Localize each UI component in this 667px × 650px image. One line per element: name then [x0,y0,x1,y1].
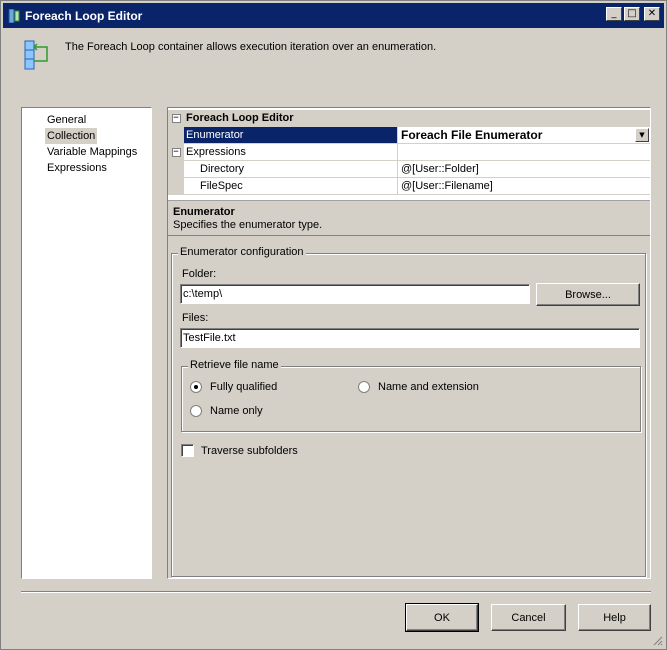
sidebar-item-variable-mappings[interactable]: Variable Mappings [45,144,151,160]
app-icon [7,8,21,23]
collection-panel: − Foreach Loop Editor Enumerator Foreach… [167,107,651,579]
category-row: − Foreach Loop Editor [168,110,650,127]
enumerator-dropdown-button[interactable]: ▼ [635,128,649,142]
title-buttons: _ □ ✕ [606,7,660,21]
resize-grip-icon[interactable] [652,635,663,646]
folder-label: Folder: [182,268,217,280]
checkbox-unchecked-icon [181,444,194,457]
window-title: Foreach Loop Editor [25,8,143,23]
property-grid: − Foreach Loop Editor Enumerator Foreach… [168,108,650,201]
directory-value[interactable]: @[User::Folder] [398,161,650,178]
filespec-name[interactable]: FileSpec [184,178,398,195]
sidebar-item-expressions[interactable]: Expressions [45,160,151,176]
radio-name-only-label: Name only [210,405,263,417]
description-text: Specifies the enumerator type. [173,219,323,231]
cancel-button[interactable]: Cancel [491,604,566,631]
title-bar[interactable]: Foreach Loop Editor _ □ ✕ [3,3,664,28]
sidebar-item-general[interactable]: General [45,112,151,128]
radio-selected-icon [190,381,202,393]
ok-button[interactable]: OK [405,603,479,632]
help-button[interactable]: Help [578,604,651,631]
footer-separator [21,591,651,593]
header-description: The Foreach Loop container allows execut… [65,41,437,53]
enumerator-value-text: Foreach File Enumerator [401,128,543,142]
property-description: Enumerator Specifies the enumerator type… [168,202,650,236]
minimize-button[interactable]: _ [606,7,622,21]
expressions-value[interactable] [398,144,650,161]
radio-fully-qualified-label: Fully qualified [210,381,278,393]
maximize-button[interactable]: □ [624,7,640,21]
enumerator-row[interactable]: Enumerator Foreach File Enumerator ▼ [168,127,650,144]
directory-row[interactable]: Directory @[User::Folder] [168,161,650,178]
folder-input[interactable]: c:\temp\ [180,284,530,304]
maximize-icon: □ [627,8,637,19]
filespec-value[interactable]: @[User::Filename] [398,178,650,195]
traverse-subfolders-label: Traverse subfolders [201,444,298,457]
files-label: Files: [182,312,209,324]
radio-unselected-icon [190,405,202,417]
collapse-icon[interactable]: − [171,114,181,123]
browse-button[interactable]: Browse... [536,283,640,306]
collapse-icon[interactable]: − [171,148,181,157]
filespec-row[interactable]: FileSpec @[User::Filename] [168,178,650,195]
retrieve-file-name-legend: Retrieve file name [188,359,281,371]
files-input[interactable]: TestFile.txt [180,328,640,348]
enumerator-name[interactable]: Enumerator [184,127,398,144]
description-title: Enumerator [173,206,235,218]
radio-name-and-extension-label: Name and extension [378,381,479,393]
close-icon: ✕ [647,8,657,19]
foreach-loop-editor-window: Foreach Loop Editor _ □ ✕ The Foreach Lo… [0,0,667,650]
radio-unselected-icon [358,381,370,393]
enumerator-value[interactable]: Foreach File Enumerator ▼ [398,127,650,144]
category-label: Foreach Loop Editor [184,110,650,127]
chevron-down-icon: ▼ [639,130,645,139]
retrieve-file-name-group: Retrieve file name Fully qualified Name … [181,359,641,432]
expressions-row[interactable]: − Expressions [168,144,650,161]
header-banner: The Foreach Loop container allows execut… [3,28,664,80]
enumerator-configuration-group: Enumerator configuration Folder: c:\temp… [171,246,646,577]
close-button[interactable]: ✕ [644,7,660,21]
page-list: General Collection Variable Mappings Exp… [21,107,152,579]
expressions-name[interactable]: Expressions [184,144,398,161]
sidebar-item-collection[interactable]: Collection [45,128,98,144]
radio-name-and-extension[interactable]: Name and extension [358,381,479,393]
traverse-subfolders-checkbox[interactable]: Traverse subfolders [181,444,298,457]
directory-name[interactable]: Directory [184,161,398,178]
foreach-loop-icon [23,39,51,74]
radio-fully-qualified[interactable]: Fully qualified [190,381,277,393]
radio-name-only[interactable]: Name only [190,405,263,417]
enumerator-configuration-legend: Enumerator configuration [178,246,306,258]
minimize-icon: _ [611,8,617,19]
